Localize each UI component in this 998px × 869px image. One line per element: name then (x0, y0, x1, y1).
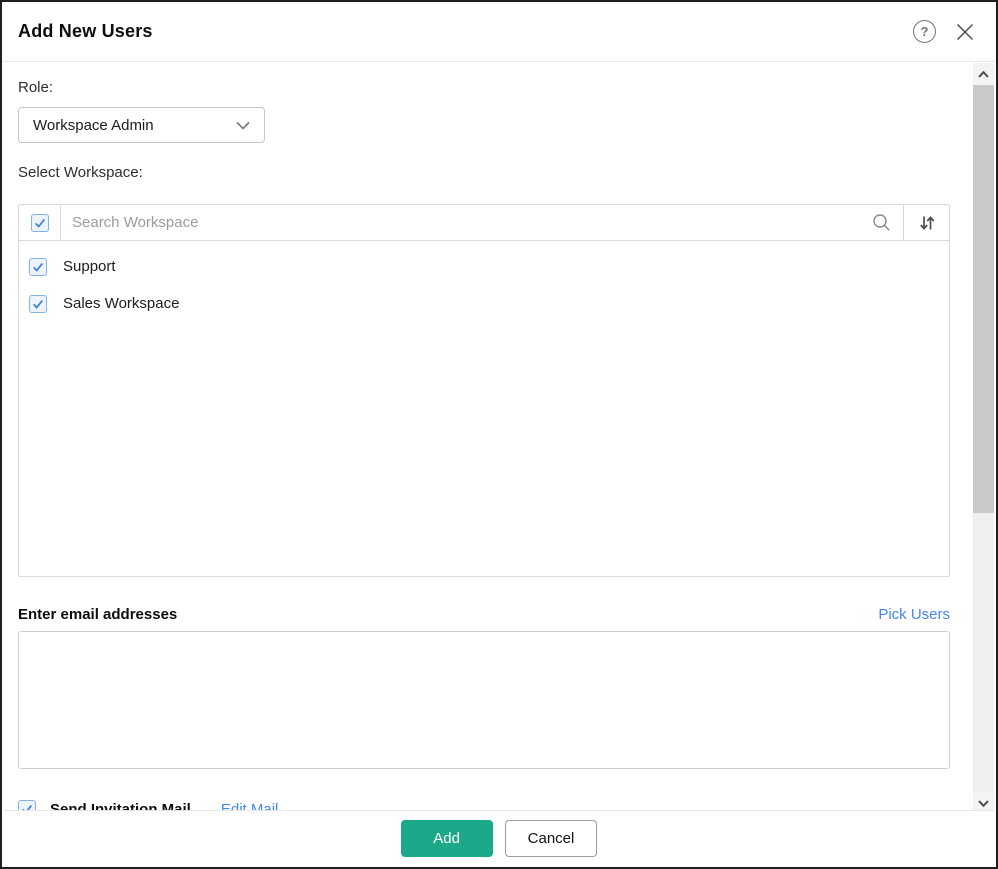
titlebar-actions: ? (913, 20, 976, 43)
workspace-row-sales[interactable]: Sales Workspace (19, 285, 949, 322)
workspace-checkbox[interactable] (29, 258, 47, 276)
email-section-header: Enter email addresses Pick Users (18, 606, 950, 623)
add-button[interactable]: Add (401, 820, 493, 857)
role-dropdown-value: Workspace Admin (33, 117, 154, 134)
select-all-checkbox[interactable] (31, 214, 49, 232)
vertical-scrollbar[interactable] (973, 63, 994, 814)
scrollbar-up-arrow-icon[interactable] (973, 63, 994, 85)
workspace-row-support[interactable]: Support (19, 248, 949, 285)
email-label: Enter email addresses (18, 606, 177, 623)
dialog-body: Role: Workspace Admin Select Workspace: (2, 62, 996, 812)
email-addresses-textarea[interactable] (18, 631, 950, 769)
dialog-footer: Add Cancel (4, 810, 994, 865)
workspace-search-input[interactable] (61, 205, 859, 240)
scrollbar-thumb[interactable] (973, 85, 994, 513)
workspace-search (61, 205, 859, 240)
dialog-titlebar: Add New Users ? (2, 2, 996, 62)
dialog-title: Add New Users (18, 21, 153, 42)
sort-icon[interactable] (903, 205, 949, 240)
search-icon[interactable] (859, 205, 903, 240)
role-dropdown[interactable]: Workspace Admin (18, 107, 265, 143)
workspace-row-label: Support (63, 258, 116, 275)
workspace-list-panel: Support Sales Workspace (18, 204, 950, 577)
workspace-list-header (19, 205, 949, 241)
workspace-checkbox[interactable] (29, 295, 47, 313)
close-icon[interactable] (954, 21, 976, 43)
select-all-cell (19, 205, 61, 240)
pick-users-link[interactable]: Pick Users (878, 606, 950, 623)
add-new-users-dialog: Add New Users ? Role: Workspace Admin (0, 0, 998, 869)
cancel-button[interactable]: Cancel (505, 820, 598, 857)
role-label: Role: (18, 79, 950, 96)
help-icon[interactable]: ? (913, 20, 936, 43)
workspace-rows: Support Sales Workspace (19, 241, 949, 322)
chevron-down-icon (236, 121, 250, 130)
workspace-row-label: Sales Workspace (63, 295, 179, 312)
select-workspace-label: Select Workspace: (18, 164, 950, 181)
